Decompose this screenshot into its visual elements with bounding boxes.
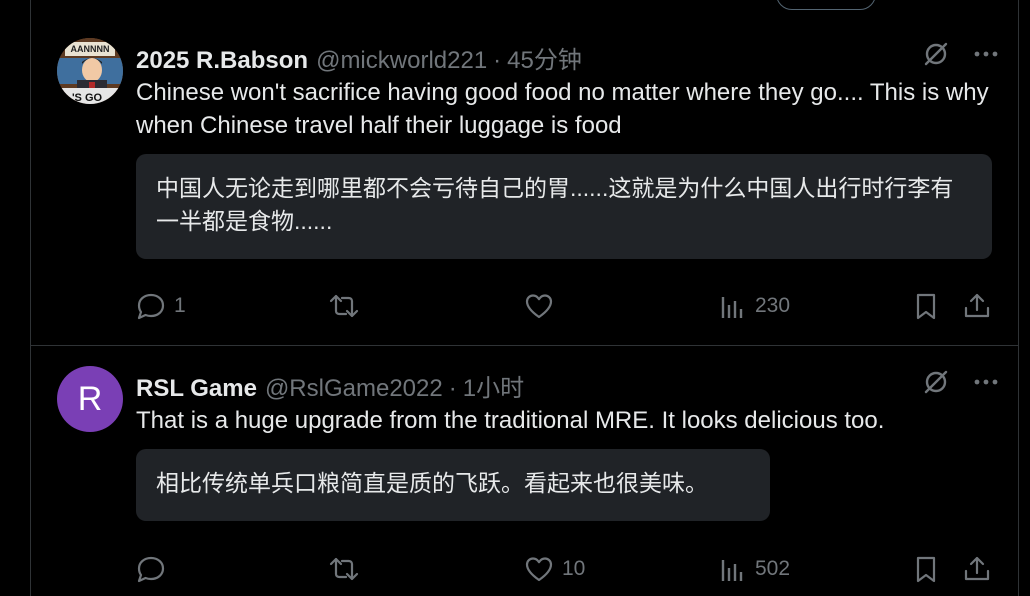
post-time[interactable]: 1小时 <box>463 368 524 403</box>
views-icon <box>719 554 747 584</box>
more-icon[interactable] <box>972 368 1000 396</box>
views-icon <box>719 291 747 321</box>
reply-post[interactable]: R RSL Game @RslGame2022 · 1小时 That is a … <box>31 366 1018 596</box>
avatar[interactable]: R <box>57 366 123 432</box>
reply-icon <box>136 291 166 321</box>
display-name[interactable]: RSL Game <box>136 375 257 403</box>
avatar-letter: R <box>77 379 103 418</box>
display-name[interactable]: 2025 R.Babson <box>136 47 308 75</box>
like-count: 10 <box>562 557 586 580</box>
bookmark-icon <box>912 554 940 584</box>
views-count: 230 <box>755 294 791 317</box>
repost-icon <box>328 554 360 584</box>
reply-count: 1 <box>174 294 186 317</box>
like-icon <box>524 291 554 321</box>
action-bar: 10 502 <box>136 554 996 588</box>
grok-icon[interactable] <box>922 40 950 68</box>
post-top-icons <box>922 40 1000 68</box>
column-border-right <box>1018 0 1019 596</box>
translation-box: 中国人无论走到哪里都不会亏待自己的胃......这就是为什么中国人出行时行李有一… <box>136 154 992 259</box>
user-handle[interactable]: @RslGame2022 <box>265 375 443 403</box>
reply-post[interactable]: AANNNN 'S GO 2025 R.Babson @mickworld221… <box>31 38 1018 345</box>
avatar-sign-bottom: 'S GO <box>72 92 103 104</box>
views-count: 502 <box>755 557 791 580</box>
grok-icon[interactable] <box>922 368 950 396</box>
share-icon <box>962 291 992 321</box>
more-icon[interactable] <box>972 40 1000 68</box>
post-time[interactable]: 45分钟 <box>507 40 582 75</box>
separator-dot: · <box>448 375 457 402</box>
reply-button[interactable] <box>136 554 174 584</box>
post-header: RSL Game @RslGame2022 · 1小时 <box>136 368 524 402</box>
avatar-sign-top: AANNNN <box>71 44 110 54</box>
post-text: Chinese won't sacrifice having good food… <box>136 79 989 139</box>
avatar[interactable]: AANNNN 'S GO <box>57 38 123 104</box>
post-top-icons <box>922 368 1000 396</box>
share-button[interactable] <box>962 291 992 321</box>
avatar-image: AANNNN 'S GO <box>57 38 123 104</box>
translation-box: 相比传统单兵口粮简直是质的飞跃。看起来也很美味。 <box>136 449 770 521</box>
bookmark-button[interactable] <box>912 554 940 584</box>
reply-feed: AANNNN 'S GO 2025 R.Babson @mickworld221… <box>0 0 1030 596</box>
views-button[interactable]: 502 <box>719 554 790 584</box>
translation-text: 中国人无论走到哪里都不会亏待自己的胃......这就是为什么中国人出行时行李有一… <box>156 175 954 234</box>
post-text: That is a huge upgrade from the traditio… <box>136 407 885 434</box>
action-bar: 1 230 <box>136 291 996 325</box>
user-handle[interactable]: @mickworld221 <box>316 47 487 75</box>
like-icon <box>524 554 554 584</box>
share-button[interactable] <box>962 554 992 584</box>
like-button[interactable]: 10 <box>524 554 585 584</box>
reply-button[interactable]: 1 <box>136 291 186 321</box>
share-icon <box>962 554 992 584</box>
post-divider <box>31 345 1018 346</box>
repost-button[interactable] <box>328 291 368 321</box>
separator-dot: · <box>493 47 502 74</box>
views-button[interactable]: 230 <box>719 291 790 321</box>
top-pill-button[interactable] <box>776 0 876 10</box>
bookmark-icon <box>912 291 940 321</box>
post-header: 2025 R.Babson @mickworld221 · 45分钟 <box>136 40 582 74</box>
repost-button[interactable] <box>328 554 368 584</box>
translation-text: 相比传统单兵口粮简直是质的飞跃。看起来也很美味。 <box>156 470 708 496</box>
bookmark-button[interactable] <box>912 291 940 321</box>
like-button[interactable] <box>524 291 562 321</box>
reply-icon <box>136 554 166 584</box>
repost-icon <box>328 291 360 321</box>
